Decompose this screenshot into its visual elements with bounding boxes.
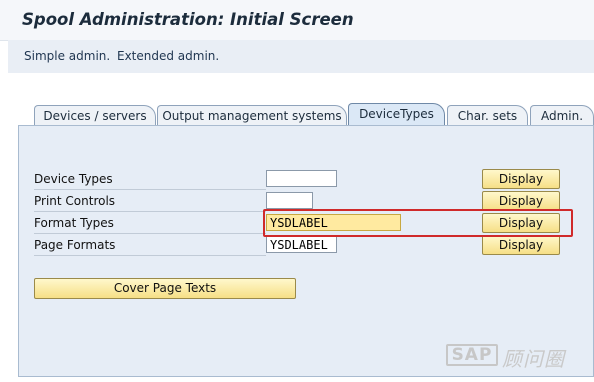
simple-admin-button[interactable]: Simple admin.	[24, 49, 110, 63]
print-controls-input[interactable]	[266, 192, 313, 209]
watermark-sap-text: SAP	[446, 344, 498, 366]
page-formats-display-button[interactable]: Display	[482, 235, 560, 255]
tab-device-types[interactable]: DeviceTypes	[348, 103, 445, 127]
device-types-display-button[interactable]: Display	[482, 169, 560, 189]
tab-strip: Devices / servers Output management syst…	[8, 103, 594, 127]
tab-admin[interactable]: Admin.	[530, 105, 594, 126]
print-controls-display-button[interactable]: Display	[482, 191, 560, 211]
page-formats-label: Page Formats	[34, 236, 266, 256]
format-types-label: Format Types	[34, 214, 266, 234]
tab-output-management-systems[interactable]: Output management systems	[157, 105, 347, 126]
cover-page-texts-button[interactable]: Cover Page Texts	[34, 278, 296, 299]
print-controls-label: Print Controls	[34, 192, 266, 212]
tab-char-sets[interactable]: Char. sets	[447, 105, 528, 126]
application-toolbar: Simple admin. Extended admin.	[8, 40, 594, 73]
device-types-input[interactable]	[266, 170, 337, 187]
spacer	[0, 73, 594, 103]
title-bar: Spool Administration: Initial Screen	[0, 0, 594, 41]
highlight-annotation	[263, 209, 573, 237]
page-formats-input[interactable]: YSDLABEL	[266, 236, 337, 253]
tab-devices-servers[interactable]: Devices / servers	[34, 105, 156, 126]
extended-admin-button[interactable]: Extended admin.	[117, 49, 219, 63]
device-types-label: Device Types	[34, 170, 266, 190]
watermark-cn-text: 顾问圈	[502, 347, 565, 371]
watermark-logo: SAP 顾问圈	[446, 343, 586, 371]
page-title: Spool Administration: Initial Screen	[22, 10, 354, 29]
